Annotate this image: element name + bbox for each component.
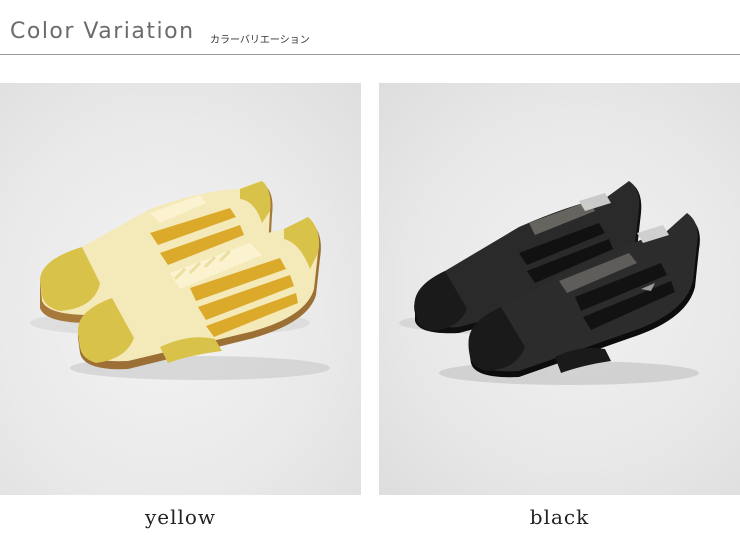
section-title: Color Variation [10,19,195,44]
variation-label-black: black [529,505,590,529]
product-image-yellow[interactable] [0,83,361,495]
black-sneakers-illustration [399,181,700,385]
section-header: Color Variation カラーバリエーション [0,0,740,56]
variation-label-yellow: yellow [144,505,217,529]
header-divider [0,54,740,55]
yellow-sneakers-illustration [30,181,330,380]
section-subtitle: カラーバリエーション [210,35,310,46]
product-image-black[interactable] [379,83,740,495]
